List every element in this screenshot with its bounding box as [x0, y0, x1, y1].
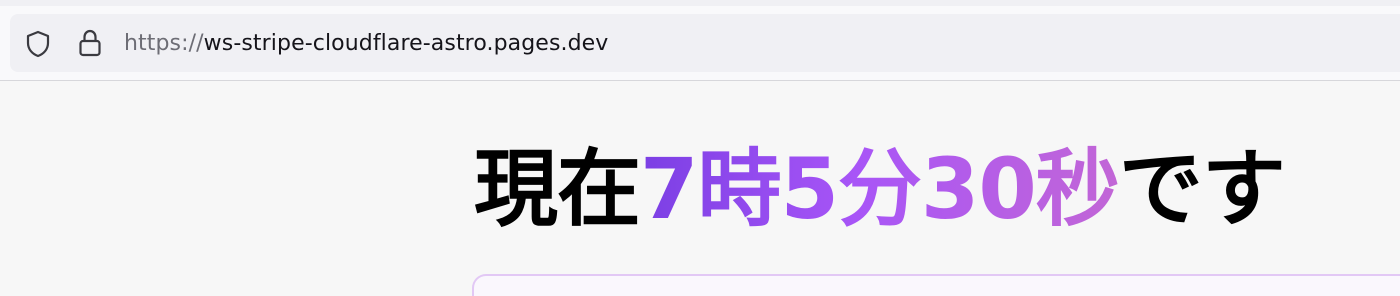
current-time-heading: 現在7時5分30秒です: [474, 139, 1286, 239]
url-scheme: https://: [124, 31, 204, 56]
url-host: ws-stripe-cloudflare-astro.pages.dev: [203, 31, 609, 56]
shield-icon[interactable]: [25, 30, 51, 58]
tab-strip-edge: [0, 0, 1400, 6]
lock-icon[interactable]: [78, 28, 102, 58]
current-time-value: 7時5分30秒: [640, 140, 1120, 238]
url-text[interactable]: https://ws-stripe-cloudflare-astro.pages…: [124, 29, 608, 59]
page-content: 現在7時5分30秒です: [0, 81, 1400, 296]
browser-toolbar: https://ws-stripe-cloudflare-astro.pages…: [0, 0, 1400, 81]
content-card: [472, 274, 1400, 296]
heading-suffix: です: [1118, 140, 1286, 238]
heading-prefix: 現在: [474, 140, 641, 238]
